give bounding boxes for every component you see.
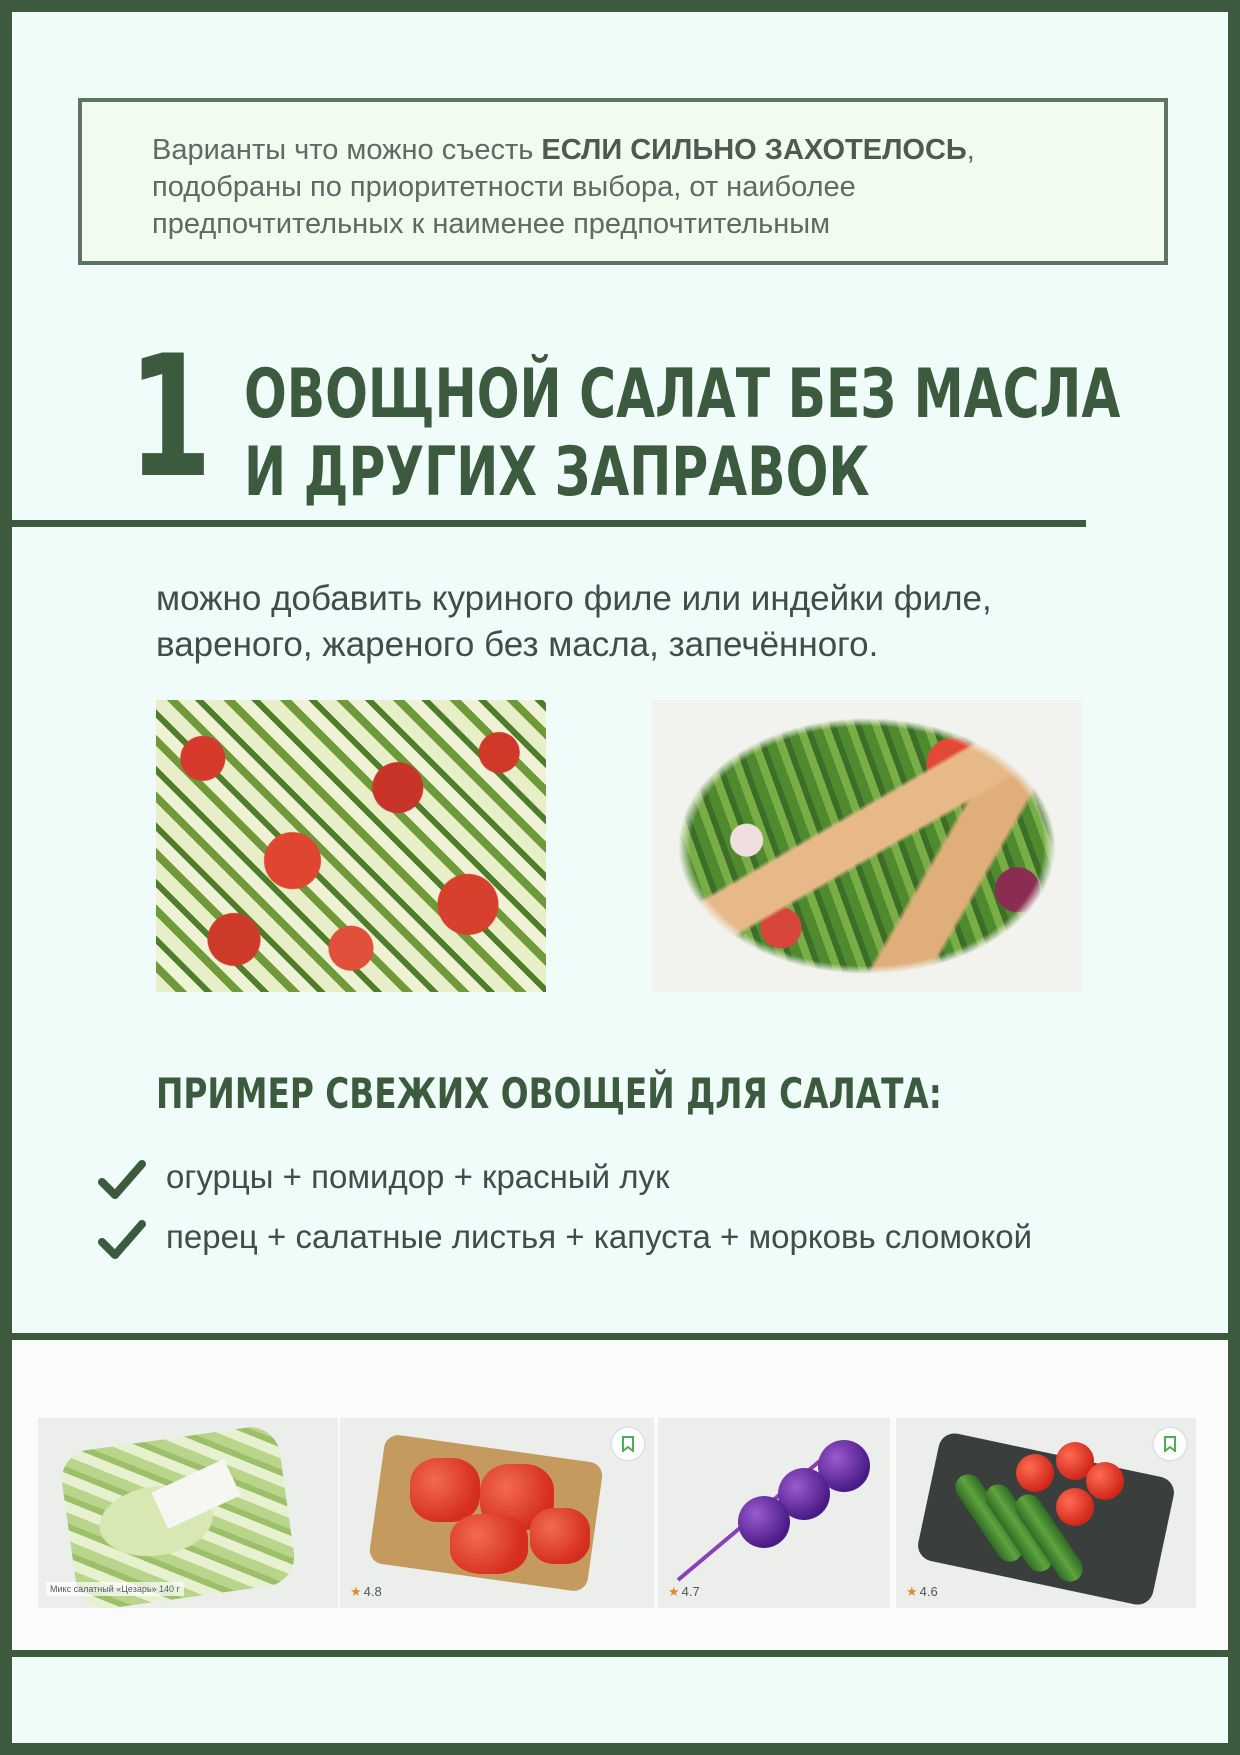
bookmark-button[interactable]: [1154, 1428, 1186, 1460]
section-note-line-1: можно добавить куриного филе или индейки…: [156, 579, 992, 618]
vegetable-salad-photo: [156, 700, 546, 992]
rating-value: 4.8: [363, 1584, 382, 1599]
pepper-image: [410, 1458, 480, 1522]
intro-line-1: Варианты что можно съесть ЕСЛИ СИЛЬНО ЗА…: [152, 132, 1164, 169]
rating-value: 4.6: [919, 1584, 938, 1599]
check-icon: [98, 1220, 146, 1259]
list-item: перец + салатные листья + капуста + морк…: [98, 1212, 1218, 1272]
pepper-image: [450, 1514, 528, 1574]
section-note-line-2: вареного, жареного без масла, запечённог…: [156, 625, 879, 664]
section-title-line-1: ОВОЩНОЙ САЛАТ БЕЗ МАСЛА: [244, 355, 1121, 434]
examples-list: огурцы + помидор + красный лук перец + с…: [98, 1152, 1218, 1272]
product-rating: ★ 4.6: [906, 1584, 938, 1600]
list-item: огурцы + помидор + красный лук: [98, 1152, 1218, 1212]
section-title-line-2: И ДРУГИХ ЗАПРАВОК: [244, 433, 870, 512]
product-rating: ★ 4.7: [668, 1584, 700, 1600]
product-card-red-onion[interactable]: ★ 4.7: [658, 1418, 890, 1608]
intro-line-1-suffix: ,: [966, 134, 975, 166]
bookmark-icon: [622, 1436, 634, 1452]
intro-emphasis: ЕСЛИ СИЛЬНО ЗАХОТЕЛОСЬ: [541, 134, 967, 166]
intro-line-3: предпочтительных к наименее предпочтител…: [152, 208, 831, 240]
star-icon: ★: [668, 1584, 680, 1599]
section-note: можно добавить куриного филе или индейки…: [156, 576, 1116, 668]
product-rating: ★ 4.8: [350, 1584, 382, 1600]
tomato-image: [1086, 1462, 1124, 1500]
bookmark-button[interactable]: [612, 1428, 644, 1460]
star-icon: ★: [906, 1584, 918, 1599]
pepper-image: [530, 1508, 590, 1564]
tomato-image: [1056, 1488, 1094, 1526]
rating-value: 4.7: [681, 1584, 700, 1599]
check-icon: [98, 1160, 146, 1199]
strip-bottom-rule: [12, 1650, 1228, 1657]
product-card-peppers[interactable]: ★ 4.8: [340, 1418, 654, 1608]
chicken-salad-photo: [652, 700, 1082, 992]
examples-title: ПРИМЕР СВЕЖИХ ОВОЩЕЙ ДЛЯ САЛАТА:: [156, 1069, 942, 1118]
product-caption: Микс салатный «Цезарь» 140 г: [46, 1582, 184, 1596]
product-card-vegetable-set[interactable]: ★ 4.6: [896, 1418, 1196, 1608]
onion-image: [738, 1496, 790, 1548]
page: Варианты что можно съесть ЕСЛИ СИЛЬНО ЗА…: [12, 12, 1228, 1743]
section-divider: [12, 520, 1086, 527]
product-card-salad-mix[interactable]: Микс салатный «Цезарь» 140 г: [38, 1418, 338, 1608]
intro-line-1-text: Варианты что можно съесть: [152, 134, 542, 166]
strip-top-rule: [12, 1333, 1228, 1340]
section-number: 1: [128, 319, 213, 515]
intro-line-2: подобраны по приоритетности выбора, от н…: [152, 171, 856, 203]
list-item-text: перец + салатные листья + капуста + морк…: [166, 1218, 1033, 1255]
intro-box: Варианты что можно съесть ЕСЛИ СИЛЬНО ЗА…: [78, 98, 1168, 265]
list-item-text: огурцы + помидор + красный лук: [166, 1158, 670, 1195]
bookmark-icon: [1164, 1436, 1176, 1452]
star-icon: ★: [350, 1584, 362, 1599]
tomato-image: [1016, 1454, 1054, 1492]
product-strip: Микс салатный «Цезарь» 140 г ★4.8 ★4.7: [12, 1340, 1228, 1650]
section-title: ОВОЩНОЙ САЛАТ БЕЗ МАСЛА И ДРУГИХ ЗАПРАВО…: [244, 355, 1121, 512]
